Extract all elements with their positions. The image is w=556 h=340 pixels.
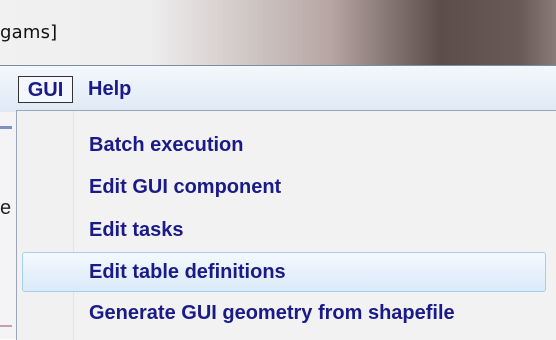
menu-icon-column — [17, 111, 74, 340]
window-title: gams] — [0, 22, 58, 43]
background-text: e — [0, 197, 12, 219]
background-divider — [0, 126, 12, 129]
title-bar: gams] — [0, 0, 556, 66]
menu-item-edit-table-definitions[interactable]: Edit table definitions — [89, 256, 286, 288]
menu-item-generate-gui-geometry[interactable]: Generate GUI geometry from shapefile — [89, 297, 455, 329]
menu-item-batch-execution[interactable]: Batch execution — [89, 129, 243, 161]
menu-gui[interactable]: GUI — [18, 76, 73, 103]
menu-item-edit-gui-component[interactable]: Edit GUI component — [89, 171, 281, 203]
background-window-edge — [0, 112, 16, 339]
menu-bar: GUI Help — [0, 66, 556, 113]
menu-help[interactable]: Help — [88, 76, 131, 103]
background-divider-bottom — [0, 325, 12, 327]
menu-item-edit-tasks[interactable]: Edit tasks — [89, 214, 183, 246]
gui-dropdown-menu: Batch execution Edit GUI component Edit … — [16, 110, 556, 340]
